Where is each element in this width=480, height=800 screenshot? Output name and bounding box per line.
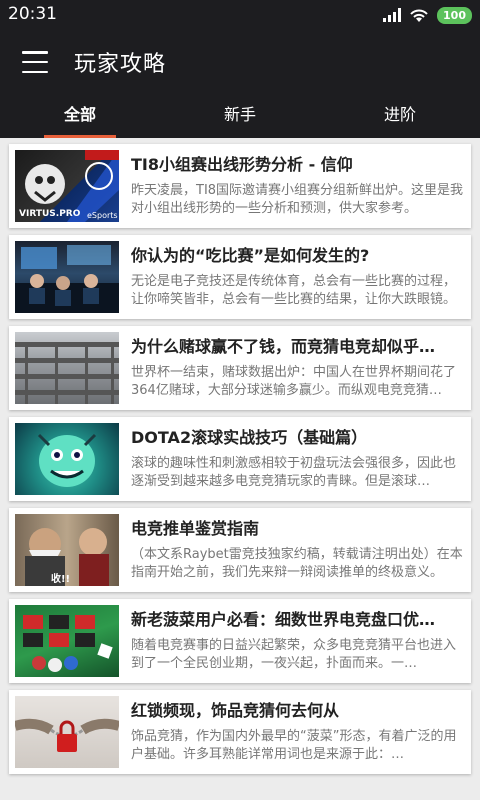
wifi-icon <box>410 9 428 22</box>
list-item[interactable]: 你认为的“吃比赛”是如何发生的? 无论是电子竞技还是传统体育，总会有一些比赛的过… <box>9 235 471 319</box>
svg-text:eSports: eSports <box>87 211 118 220</box>
tab-bar: 全部 新手 进阶 <box>0 94 480 138</box>
tab-advanced[interactable]: 进阶 <box>320 94 480 138</box>
article-thumbnail <box>15 696 119 768</box>
signal-icon <box>383 8 402 22</box>
article-title: 红锁频现，饰品竞猜何去何从 <box>131 701 340 720</box>
app-bar: 玩家攻略 <box>0 30 480 94</box>
article-thumbnail <box>15 332 119 404</box>
article-summary: 无论是电子竞技还是传统体育，总会有一些比赛的过程，让你啼笑皆非，总会有一些比赛的… <box>131 274 457 307</box>
svg-text:VIRTUS.PRO: VIRTUS.PRO <box>19 209 81 219</box>
list-item[interactable]: 收!! 电竞推单鉴赏指南 （本文系Raybet雷竞技独家约稿，转载请注明出处）在… <box>9 508 471 592</box>
article-title: DOTA2滚球实战技巧（基础篇） <box>131 428 368 447</box>
article-thumbnail <box>15 241 119 313</box>
list-item[interactable]: VIRTUS.PRO eSports TI8小组赛出线形势分析 - 信仰 昨天凌… <box>9 144 471 228</box>
status-bar: 20:31 100 <box>0 0 480 30</box>
article-title: 为什么赌球赢不了钱，而竞猜电竞却似乎… <box>131 337 436 356</box>
article-summary: 昨天凌晨，TI8国际邀请赛小组赛分组新鲜出炉。这里是我对小组出线形势的一些分析和… <box>131 183 464 216</box>
article-title: 新老菠菜用户必看：细数世界电竞盘口优… <box>131 610 436 629</box>
article-summary: 随着电竞赛事的日益兴起繁荣，众多电竞竞猜平台也进入到了一个全民创业期，一夜兴起，… <box>131 638 457 671</box>
list-item[interactable]: 新老菠菜用户必看：细数世界电竞盘口优… 随着电竞赛事的日益兴起繁荣，众多电竞竞猜… <box>9 599 471 683</box>
article-summary: 滚球的趣味性和刺激感相较于初盘玩法会强很多，因此也逐渐受到越来越多电竞竞猜玩家的… <box>131 456 457 489</box>
article-thumbnail <box>15 423 119 495</box>
battery-indicator: 100 <box>437 6 472 24</box>
article-thumbnail <box>15 605 119 677</box>
status-icons: 100 <box>383 5 472 25</box>
tab-all[interactable]: 全部 <box>0 94 160 138</box>
article-list: VIRTUS.PRO eSports TI8小组赛出线形势分析 - 信仰 昨天凌… <box>0 138 480 800</box>
menu-icon[interactable] <box>18 48 52 76</box>
list-item[interactable]: DOTA2滚球实战技巧（基础篇） 滚球的趣味性和刺激感相较于初盘玩法会强很多，因… <box>9 417 471 501</box>
article-summary: （本文系Raybet雷竞技独家约稿，转载请注明出处）在本指南开始之前，我们先来辩… <box>131 547 463 580</box>
list-item[interactable]: 红锁频现，饰品竞猜何去何从 饰品竞猜，作为国内外最早的“菠菜”形态，有着广泛的用… <box>9 690 471 774</box>
article-thumbnail: VIRTUS.PRO eSports <box>15 150 119 222</box>
article-summary: 世界杯一结束，赌球数据出炉：中国人在世界杯期间花了364亿赌球，大部分球迷输多赢… <box>131 365 457 398</box>
status-time: 20:31 <box>8 4 57 24</box>
page-title: 玩家攻略 <box>74 52 167 77</box>
tab-beginner[interactable]: 新手 <box>160 94 320 138</box>
article-title: TI8小组赛出线形势分析 - 信仰 <box>131 155 353 174</box>
svg-text:收!!: 收!! <box>51 572 70 585</box>
article-thumbnail: 收!! <box>15 514 119 586</box>
article-summary: 饰品竞猜，作为国内外最早的“菠菜”形态，有着广泛的用户基础。许多耳熟能详常用词也… <box>131 729 457 762</box>
article-title: 电竞推单鉴赏指南 <box>131 519 260 538</box>
list-item[interactable]: 为什么赌球赢不了钱，而竞猜电竞却似乎… 世界杯一结束，赌球数据出炉：中国人在世界… <box>9 326 471 410</box>
article-title: 你认为的“吃比赛”是如何发生的? <box>131 246 370 265</box>
